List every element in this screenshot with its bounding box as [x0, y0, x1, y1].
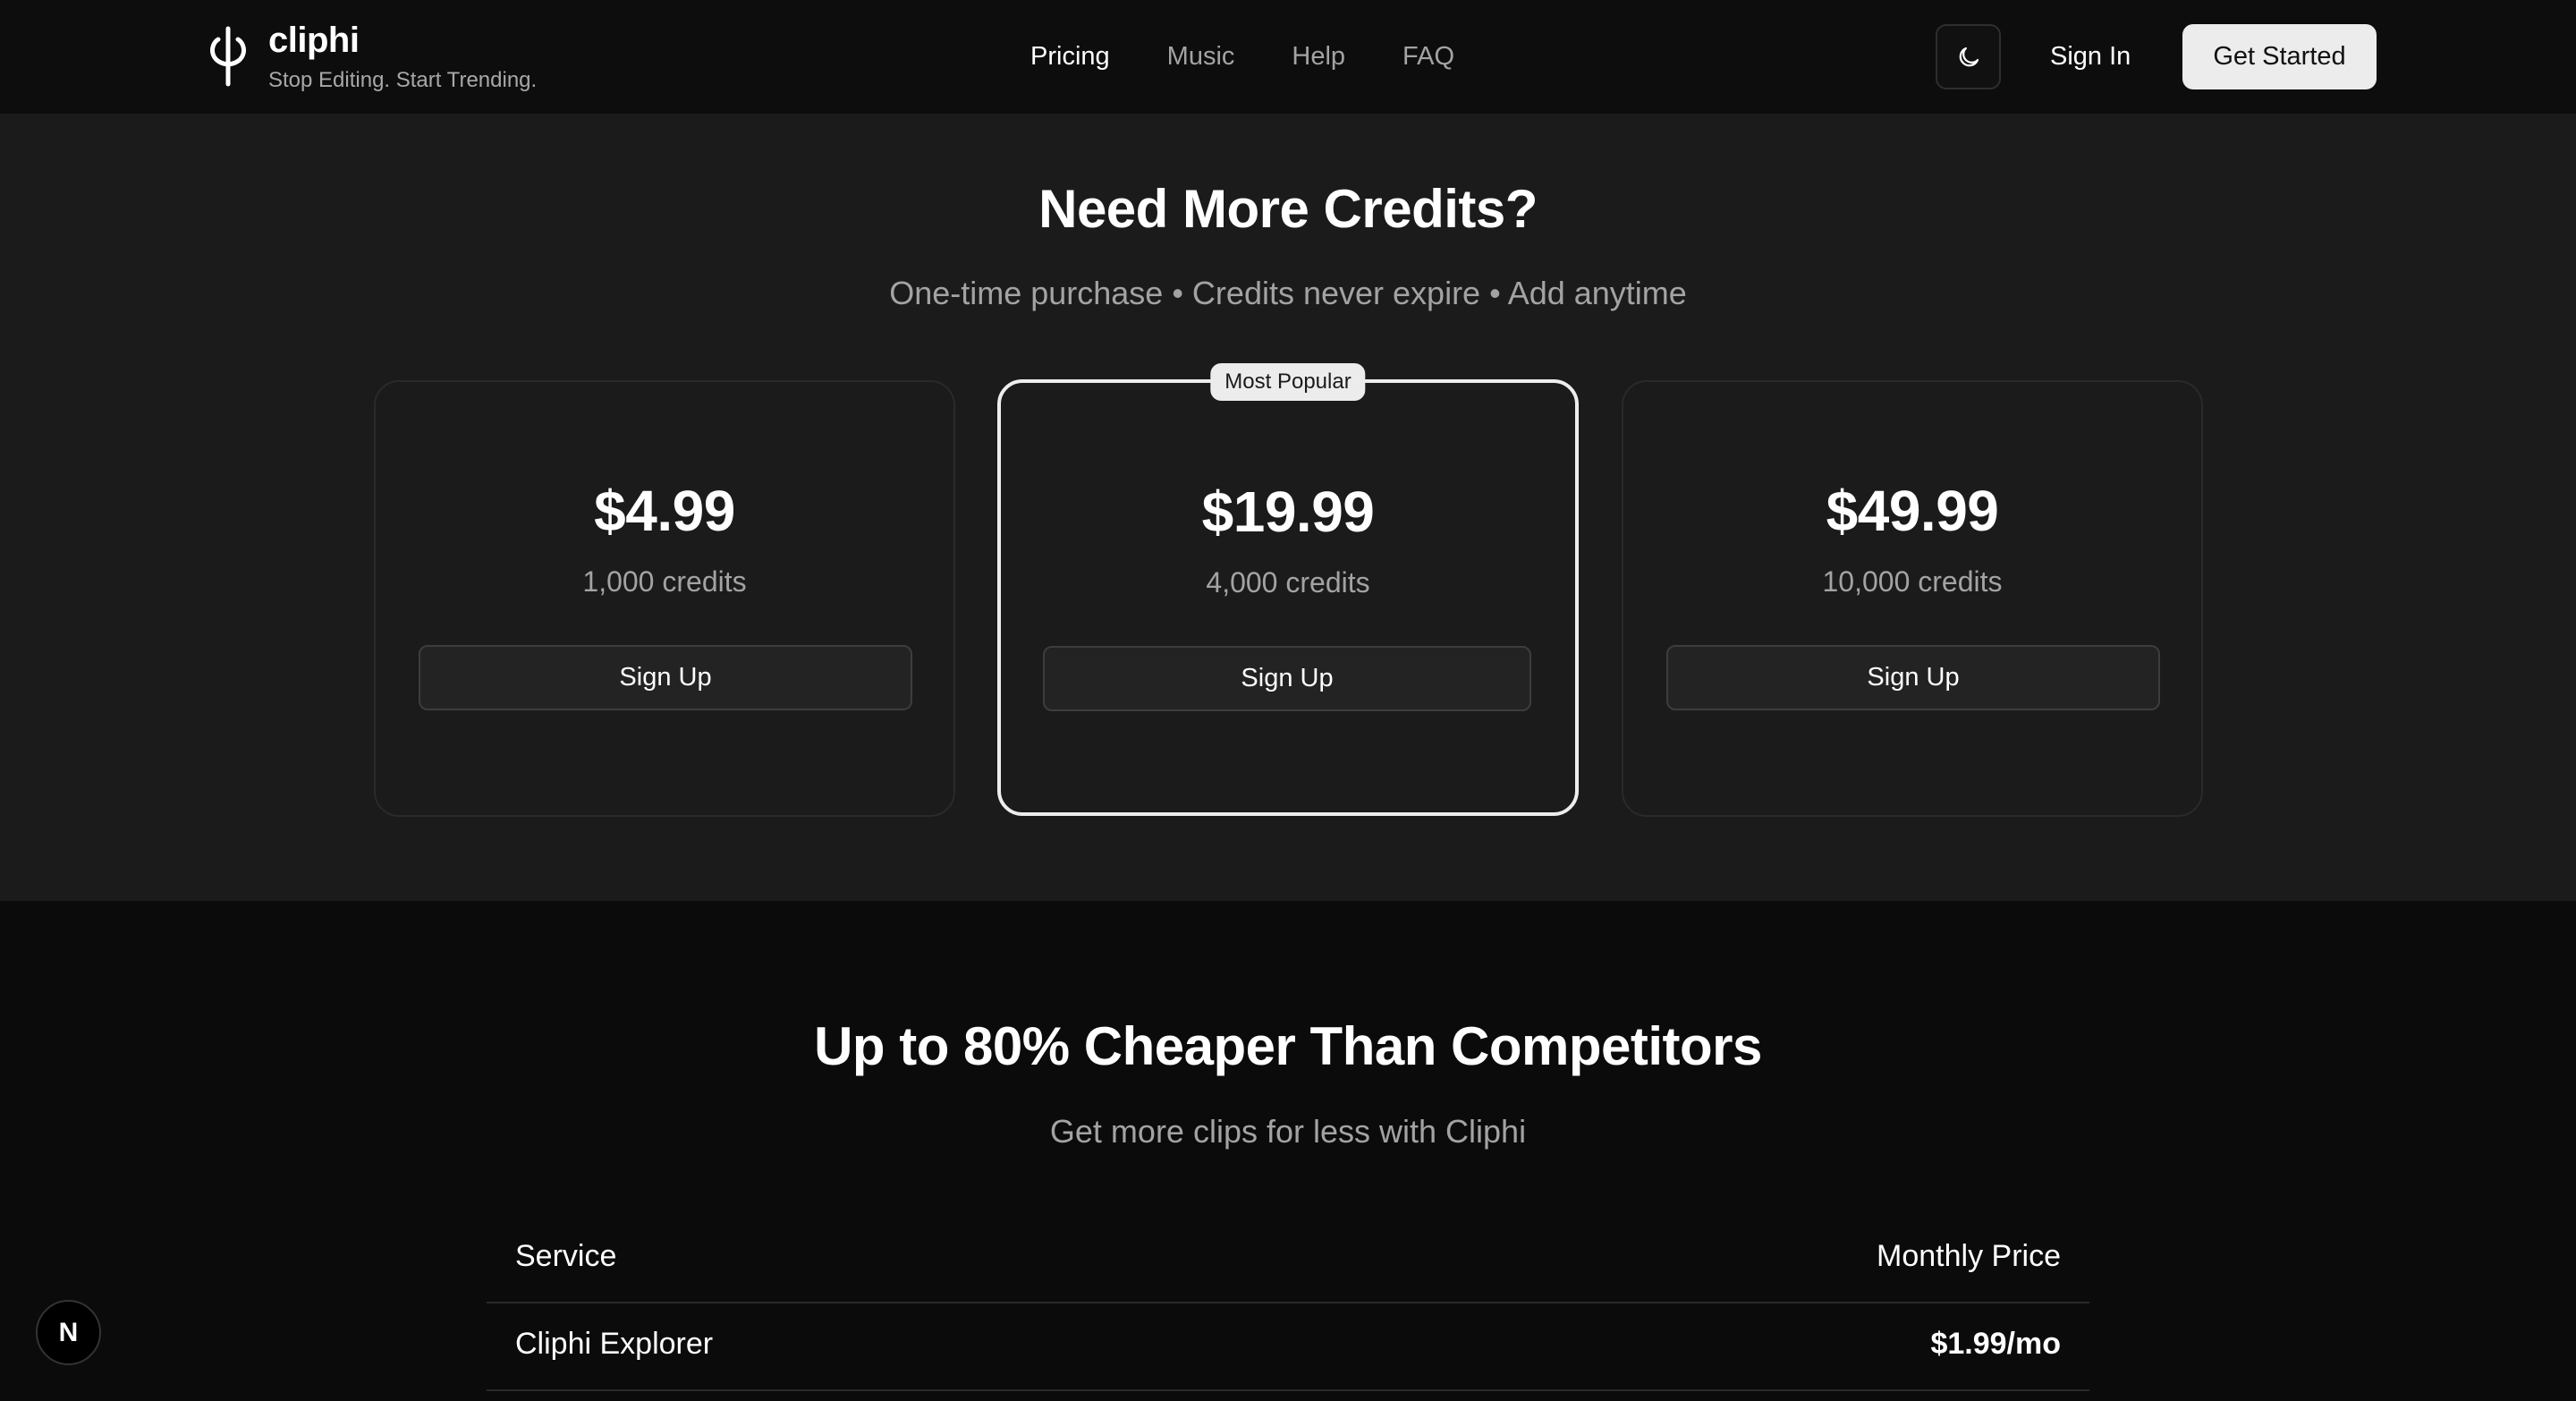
credit-plan-card-popular: Most Popular $19.99 4,000 credits Sign U…	[997, 363, 1579, 816]
table-row: Cliphi Explorer $1.99/mo	[487, 1303, 2089, 1391]
plan-price: $19.99	[1201, 480, 1375, 544]
nav-link-help[interactable]: Help	[1292, 36, 1345, 77]
main-nav: Pricing Music Help FAQ	[1030, 36, 1512, 77]
brand[interactable]: cliphi Stop Editing. Start Trending.	[206, 20, 537, 95]
dev-tools-badge[interactable]: N	[36, 1300, 101, 1365]
plan-price: $49.99	[1826, 479, 1999, 543]
credits-title: Need More Credits?	[1038, 179, 1538, 239]
sign-in-link[interactable]: Sign In	[2050, 36, 2131, 77]
comparison-table: Service Monthly Price Cliphi Explorer $1…	[487, 1216, 2089, 1391]
table-header-row: Service Monthly Price	[487, 1216, 2089, 1303]
nav-link-faq[interactable]: FAQ	[1402, 36, 1454, 77]
credits-subtitle: One-time purchase • Credits never expire…	[889, 275, 1687, 311]
plan-credits: 4,000 credits	[1206, 566, 1370, 599]
service-name: Cliphi Explorer	[515, 1327, 714, 1361]
plan-price: $4.99	[594, 479, 735, 543]
theme-toggle-button[interactable]	[1936, 24, 2001, 89]
most-popular-badge: Most Popular	[1210, 363, 1366, 401]
get-started-button[interactable]: Get Started	[2182, 24, 2377, 89]
credits-section: Need More Credits? One-time purchase • C…	[0, 114, 2576, 901]
comparison-title: Up to 80% Cheaper Than Competitors	[814, 1016, 1762, 1076]
nav-link-pricing[interactable]: Pricing	[1030, 36, 1110, 77]
plan-sign-up-button[interactable]: Sign Up	[1666, 645, 2160, 710]
brand-name: cliphi	[268, 21, 360, 60]
plan-credits: 10,000 credits	[1822, 565, 2003, 598]
header-service: Service	[515, 1239, 617, 1273]
service-price: $1.99/mo	[1930, 1327, 2061, 1361]
comparison-subtitle: Get more clips for less with Cliphi	[1049, 1113, 1527, 1150]
plan-sign-up-button[interactable]: Sign Up	[419, 645, 912, 710]
plan-sign-up-button[interactable]: Sign Up	[1043, 646, 1531, 711]
plan-credits: 1,000 credits	[582, 565, 747, 598]
phi-logo-icon	[210, 26, 246, 87]
credit-plan-card: $49.99 10,000 credits Sign Up	[1622, 380, 2203, 817]
header-monthly-price: Monthly Price	[1877, 1239, 2061, 1273]
top-navbar: cliphi Stop Editing. Start Trending. Pri…	[0, 0, 2576, 114]
nav-link-music[interactable]: Music	[1167, 36, 1235, 77]
comparison-section: Up to 80% Cheaper Than Competitors Get m…	[0, 901, 2576, 1401]
brand-tagline: Stop Editing. Start Trending.	[268, 68, 538, 92]
credit-plan-card: $4.99 1,000 credits Sign Up	[374, 380, 955, 817]
moon-icon	[1959, 47, 1979, 66]
